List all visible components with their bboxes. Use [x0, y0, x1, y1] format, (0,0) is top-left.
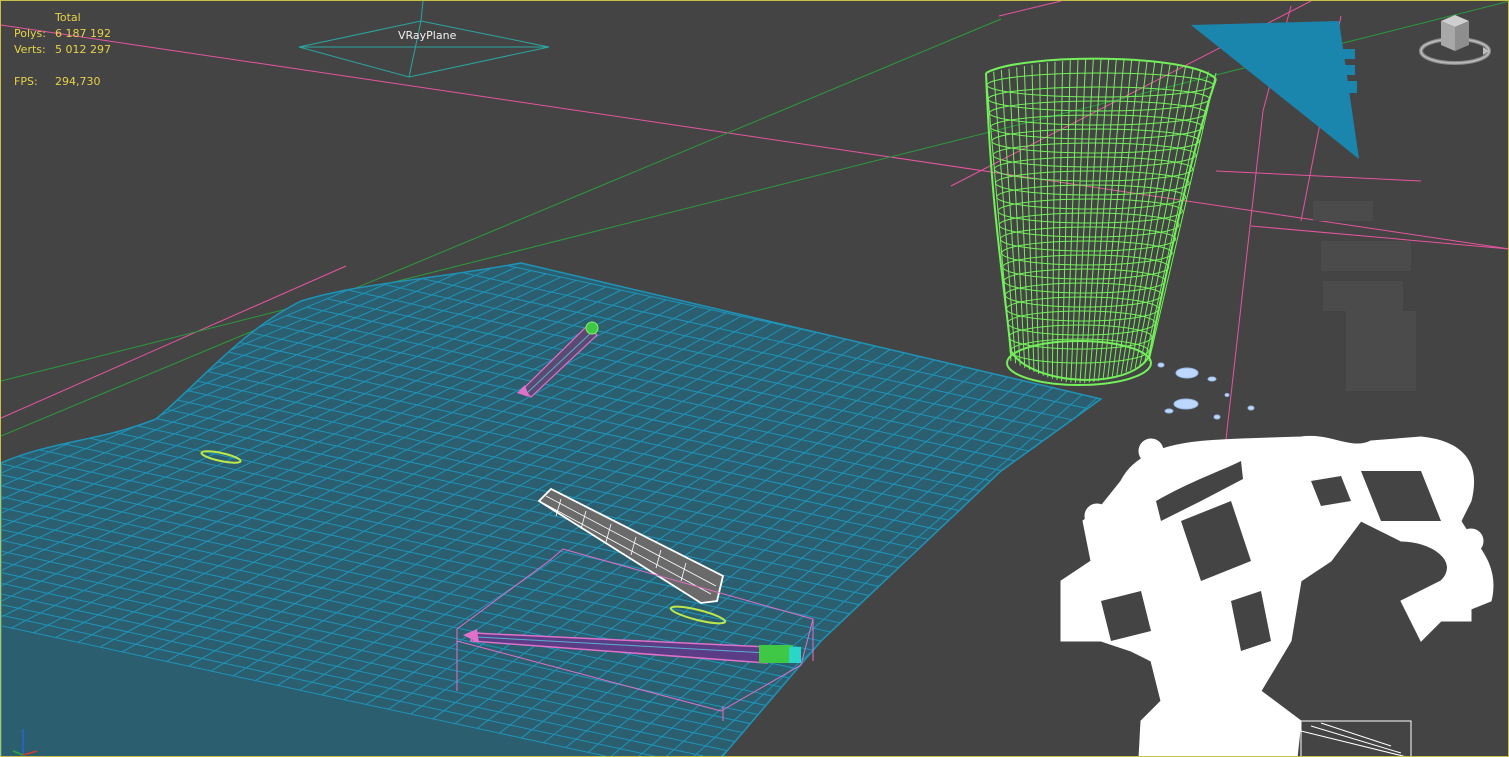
viewport-scene[interactable] — [1, 1, 1509, 757]
verts-value: 5 012 297 — [55, 43, 111, 56]
viewcube-icon[interactable] — [1419, 11, 1491, 67]
blue-panel — [1191, 21, 1359, 159]
axis-tripod-icon — [12, 729, 38, 756]
glass-wireframe[interactable] — [985, 57, 1217, 386]
perspective-viewport[interactable]: Total Polys: 6 187 192 Verts: 5 012 297 … — [0, 0, 1509, 757]
polys-value: 6 187 192 — [55, 27, 111, 40]
background-objects — [1313, 201, 1416, 391]
polys-label: Polys: — [14, 27, 46, 40]
fps-label: FPS: — [14, 75, 38, 88]
verts-label: Verts: — [14, 43, 46, 56]
stats-header: Total — [55, 11, 81, 24]
fps-value: 294,730 — [55, 75, 101, 88]
water-drops — [1157, 362, 1255, 420]
vrayplane-label: VRayPlane — [398, 29, 457, 42]
